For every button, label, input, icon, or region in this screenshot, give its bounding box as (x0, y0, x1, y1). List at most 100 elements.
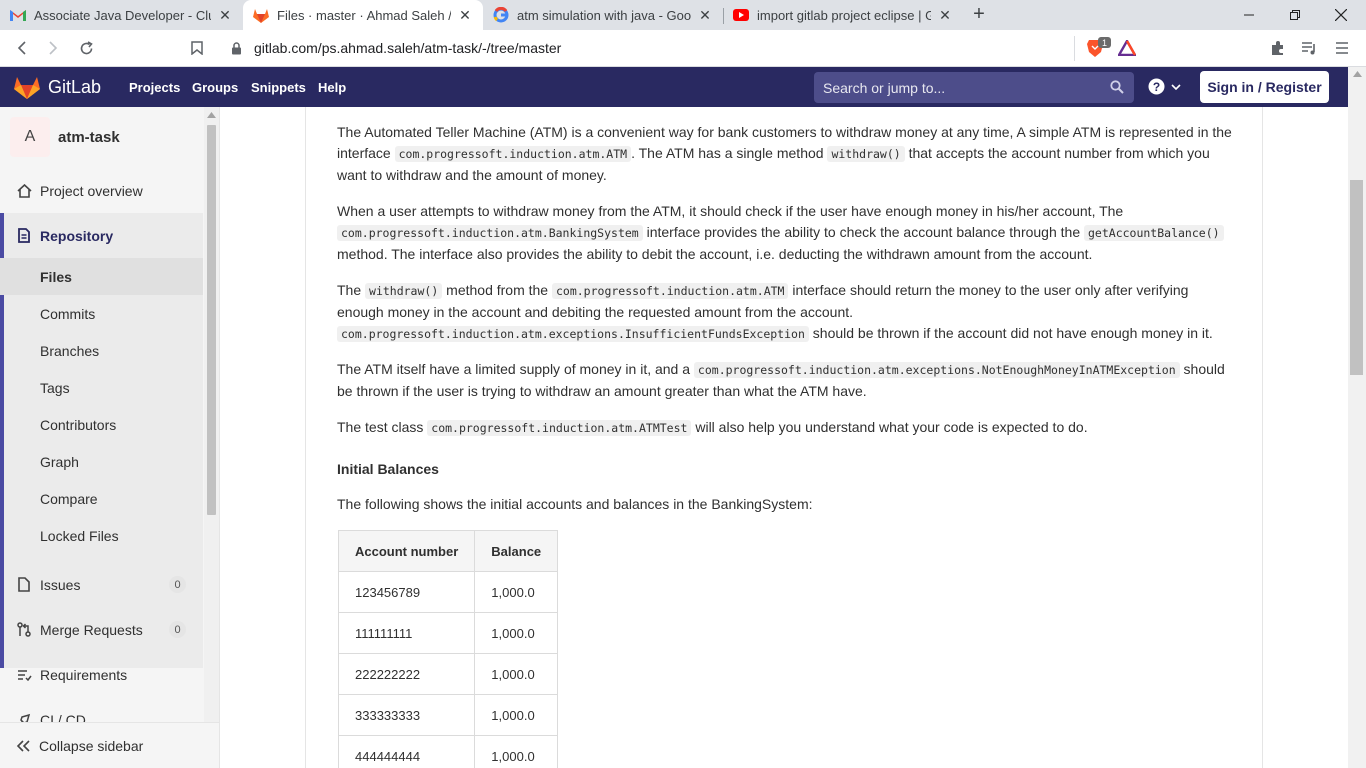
gitlab-wordmark: GitLab (48, 76, 102, 97)
browser-tab-google[interactable]: atm simulation with java - Google ✕ (483, 0, 723, 30)
forward-button[interactable] (40, 36, 66, 60)
text: method from the (442, 282, 552, 298)
sign-in-register-button[interactable]: Sign in / Register (1200, 71, 1329, 103)
account-number-cell: 444444444 (337, 735, 476, 768)
collapse-sidebar-button[interactable]: Collapse sidebar (0, 722, 219, 768)
minimize-icon (1244, 14, 1254, 16)
help-dropdown[interactable]: ? (1148, 78, 1181, 95)
table-row: 123456789 1,000.0 (337, 571, 559, 613)
brave-rewards-button[interactable] (1114, 36, 1140, 60)
minimize-button[interactable] (1226, 0, 1272, 30)
media-queue-button[interactable] (1296, 36, 1322, 60)
text: The (337, 282, 366, 298)
address-bar[interactable]: gitlab.com/ps.ahmad.saleh/atm-task/-/tre… (220, 34, 1146, 63)
project-header[interactable]: A atm-task (10, 117, 120, 157)
column-header: Account number (337, 530, 476, 572)
sidebar-scrollbar-thumb[interactable] (207, 125, 216, 515)
sidebar-item-label: Requirements (40, 666, 128, 683)
brave-shields-button[interactable]: 1 (1082, 36, 1111, 60)
requirements-icon (16, 667, 32, 683)
gitlab-top-bar: GitLab Projects Groups Snippets Help ? S… (0, 67, 1348, 107)
column-header: Balance (474, 530, 559, 572)
close-icon[interactable]: ✕ (217, 7, 233, 23)
text: When a user attempts to withdraw money f… (337, 203, 1124, 219)
close-icon[interactable]: ✕ (697, 7, 713, 23)
playlist-icon (1302, 42, 1315, 55)
sidebar-item-repository[interactable]: Repository (0, 217, 203, 254)
sidebar-item-contributors[interactable]: Contributors (0, 406, 203, 443)
inline-code: com.progressoft.induction.atm.BankingSys… (337, 225, 643, 241)
sidebar-item-commits[interactable]: Commits (0, 295, 203, 332)
brave-rewards-icon (1118, 40, 1136, 56)
close-icon[interactable]: ✕ (937, 7, 953, 23)
sidebar-item-tags[interactable]: Tags (0, 369, 203, 406)
bookmark-button[interactable] (184, 36, 210, 60)
paragraph-test-class: The test class com.progressoft.induction… (337, 417, 1237, 439)
reload-icon (80, 40, 93, 54)
sidebar-item-label: Issues (40, 576, 81, 593)
scroll-up-arrow-icon[interactable] (1353, 71, 1362, 77)
search-icon (1110, 80, 1124, 99)
url-text: gitlab.com/ps.ahmad.saleh/atm-task/-/tre… (254, 40, 562, 56)
tab-title: Associate Java Developer - Clusus (34, 7, 211, 23)
account-number-cell: 111111111 (337, 612, 476, 654)
gitlab-tanuki-icon (14, 77, 40, 99)
gitlab-logo-link[interactable]: GitLab (14, 75, 101, 99)
balance-cell: 1,000.0 (474, 735, 559, 768)
sidebar-item-locked-files[interactable]: Locked Files (0, 517, 203, 554)
svg-text:?: ? (1153, 80, 1160, 94)
search-input[interactable] (814, 72, 1104, 103)
page-scrollbar-track[interactable] (1348, 67, 1366, 768)
browser-tab-youtube[interactable]: import gitlab project eclipse | Gitla ✕ (723, 0, 963, 30)
extensions-button[interactable] (1265, 36, 1291, 60)
sidebar-item-files[interactable]: Files (0, 258, 203, 295)
sidebar-item-merge-requests[interactable]: Merge Requests 0 (0, 611, 203, 648)
inline-code: withdraw() (827, 146, 905, 162)
inline-code: getAccountBalance() (1084, 225, 1224, 241)
table-row: 111111111 1,000.0 (337, 612, 559, 654)
nav-snippets[interactable]: Snippets (251, 80, 306, 95)
sidebar-item-branches[interactable]: Branches (0, 332, 203, 369)
nav-projects[interactable]: Projects (129, 80, 180, 95)
new-tab-button[interactable]: + (968, 4, 990, 25)
sidebar-item-compare[interactable]: Compare (0, 480, 203, 517)
table-header-row: Account number Balance (337, 530, 559, 572)
page-scrollbar-thumb[interactable] (1350, 180, 1363, 375)
close-icon[interactable]: ✕ (457, 7, 473, 23)
paragraph-balances-intro: The following shows the initial accounts… (337, 496, 813, 512)
balance-cell: 1,000.0 (474, 571, 559, 613)
sidebar-item-project-overview[interactable]: Project overview (0, 172, 203, 209)
gmail-icon (10, 7, 26, 23)
text: should be thrown if the account did not … (808, 325, 1213, 341)
nav-help[interactable]: Help (318, 80, 346, 95)
back-button[interactable] (9, 36, 35, 60)
nav-groups[interactable]: Groups (192, 80, 238, 95)
issues-count-badge: 0 (169, 576, 186, 593)
divider (1074, 36, 1075, 61)
restore-button[interactable] (1272, 0, 1318, 30)
inline-code: com.progressoft.induction.atm.exceptions… (337, 326, 809, 342)
close-window-button[interactable] (1318, 0, 1364, 30)
browser-tab-gitlab[interactable]: Files · master · Ahmad Saleh / atm- ✕ (243, 0, 483, 30)
paragraph-intro: The Automated Teller Machine (ATM) is a … (337, 122, 1237, 186)
project-avatar: A (10, 117, 50, 157)
inline-code: withdraw() (365, 283, 443, 299)
browser-tab-gmail[interactable]: Associate Java Developer - Clusus ✕ (0, 0, 243, 30)
youtube-icon (733, 7, 749, 23)
sidebar-item-issues[interactable]: Issues 0 (0, 566, 203, 603)
text: The ATM itself have a limited supply of … (337, 361, 694, 377)
balance-cell: 1,000.0 (474, 653, 559, 695)
account-number-cell: 333333333 (337, 694, 476, 736)
lock-icon (231, 42, 242, 60)
restore-icon (1290, 10, 1300, 20)
sidebar-item-graph[interactable]: Graph (0, 443, 203, 480)
menu-button[interactable] (1329, 36, 1355, 60)
search-box (814, 72, 1134, 103)
project-sidebar: A atm-task Project overview Repository F… (0, 107, 220, 768)
issues-icon (16, 577, 32, 593)
sidebar-item-requirements[interactable]: Requirements (0, 656, 203, 693)
scroll-up-arrow-icon[interactable] (207, 112, 216, 118)
reload-button[interactable] (73, 36, 99, 60)
section-heading: Initial Balances (337, 461, 439, 477)
text: The test class (337, 419, 428, 435)
